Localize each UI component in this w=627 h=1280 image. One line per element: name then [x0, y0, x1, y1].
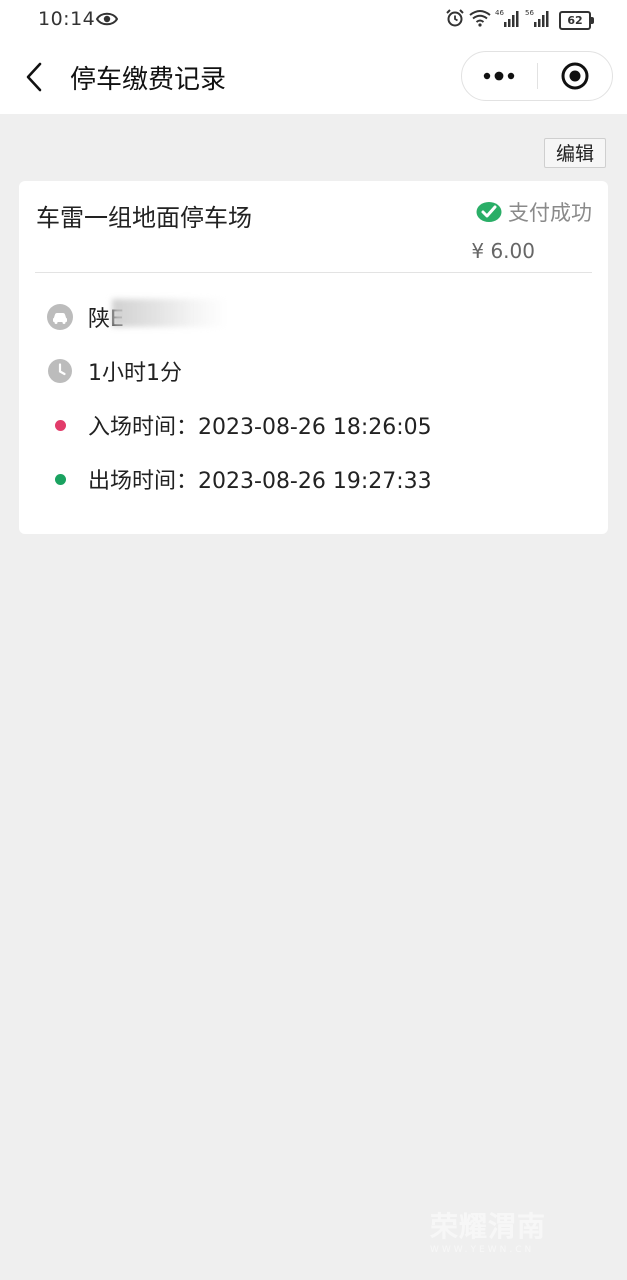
close-mini-program-button[interactable] — [538, 52, 613, 100]
signal-5g-icon: 56 — [525, 8, 551, 33]
parking-record-card[interactable]: 车雷一组地面停车场 支付成功 ¥ 6.00 陕E 1小时1分 入场时间：2023… — [19, 181, 608, 534]
wechat-pay-icon — [476, 201, 502, 222]
plate-blur-mask — [112, 299, 227, 327]
exit-time-text: 出场时间：2023-08-26 19:27:33 — [88, 463, 432, 495]
nav-bar: 停车缴费记录 — [0, 40, 627, 114]
car-icon — [47, 304, 73, 330]
entry-time-row: 入场时间：2023-08-26 18:26:05 — [47, 410, 432, 440]
parking-duration: 1小时1分 — [88, 361, 182, 386]
exit-time-row: 出场时间：2023-08-26 19:27:33 — [47, 464, 432, 494]
status-bar: 10:14 46 56 62 — [0, 0, 627, 40]
more-button[interactable] — [462, 52, 537, 100]
edit-button[interactable]: 编辑 — [544, 138, 606, 168]
watermark-logo: 荣耀渭南 WWW.YEWN.CN — [430, 1205, 590, 1255]
watermark-url: WWW.YEWN.CN — [430, 1245, 535, 1255]
alarm-icon — [445, 8, 465, 33]
duration-row: 1小时1分 — [47, 356, 182, 386]
page-title: 停车缴费记录 — [70, 65, 227, 95]
status-icons: 46 56 62 — [445, 8, 594, 33]
entry-time-label: 入场时间： — [88, 415, 199, 440]
eye-icon — [95, 10, 119, 32]
target-icon — [561, 62, 589, 90]
chevron-left-icon — [26, 62, 42, 92]
payment-status: 支付成功 — [476, 197, 592, 227]
entry-dot-icon — [47, 412, 73, 438]
entry-time-value: 2023-08-26 18:26:05 — [198, 415, 432, 440]
clock-icon — [47, 358, 73, 384]
card-divider — [35, 272, 592, 273]
wifi-icon — [469, 9, 491, 32]
watermark-title: 荣耀渭南 — [430, 1210, 547, 1243]
svg-text:56: 56 — [525, 9, 534, 17]
payment-status-label: 支付成功 — [508, 201, 592, 225]
svg-text:46: 46 — [495, 9, 504, 17]
payment-amount: ¥ 6.00 — [471, 239, 535, 263]
exit-time-value: 2023-08-26 19:27:33 — [198, 469, 432, 494]
signal-4g-icon: 46 — [495, 8, 521, 33]
exit-dot-icon — [47, 466, 73, 492]
battery-icon: 62 — [559, 11, 594, 30]
parking-lot-name: 车雷一组地面停车场 — [36, 204, 252, 232]
back-button[interactable] — [18, 60, 52, 94]
mini-program-capsule — [461, 51, 613, 101]
exit-time-label: 出场时间： — [88, 469, 199, 494]
entry-time-text: 入场时间：2023-08-26 18:26:05 — [88, 409, 432, 441]
more-dots-icon — [484, 71, 515, 81]
status-time: 10:14 — [38, 8, 96, 30]
